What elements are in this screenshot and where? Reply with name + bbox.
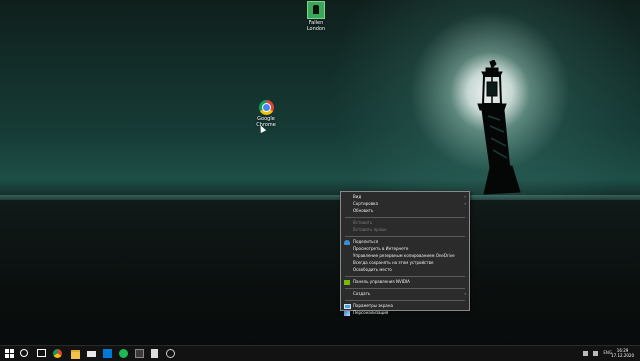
taskbar: ENG 16:29 17.12.2020	[0, 345, 640, 361]
desktop-icon-google-chrome[interactable]: Google Chrome	[242, 100, 290, 128]
spotify-icon[interactable]	[119, 349, 128, 358]
network-icon[interactable]	[582, 350, 588, 356]
menu-item-nvidia[interactable]: Панель управления NVIDIA	[341, 279, 469, 286]
search-icon[interactable]	[20, 349, 28, 357]
wallpaper-sea	[0, 200, 640, 345]
nvidia-icon	[344, 280, 350, 285]
volume-icon[interactable]	[593, 350, 599, 356]
menu-item-label: Управление резервным копированием OneDri…	[353, 253, 455, 258]
menu-item-label: Освободить место	[353, 267, 392, 272]
menu-item-personalization[interactable]: Персонализация	[341, 310, 469, 317]
menu-item-label: Поделиться	[353, 239, 379, 244]
store-icon[interactable]	[103, 349, 112, 358]
menu-item-label: Всегда сохранять на этом устройстве	[353, 260, 434, 265]
menu-item-share[interactable]: Поделиться	[341, 239, 469, 246]
menu-separator	[345, 217, 465, 218]
menu-item-label: Сортировка	[353, 201, 378, 206]
chrome-taskbar-icon[interactable]	[53, 349, 62, 358]
mail-icon[interactable]	[87, 351, 96, 357]
lighthouse-buoy-silhouette	[477, 60, 521, 195]
desktop-context-menu: Вид › Сортировка › Обновить Вставить Встав…	[340, 191, 470, 316]
menu-item-display-settings[interactable]: Параметры экрана	[341, 303, 469, 310]
menu-item-onedrive-backup[interactable]: Управление резервным копированием OneDri…	[341, 253, 469, 260]
desktop-icon-fallen-london[interactable]: Fallen London	[292, 1, 340, 32]
app-taskbar-icon[interactable]	[151, 349, 158, 358]
menu-item-label: Вставить	[353, 220, 373, 225]
menu-item-paste-shortcut: Вставить ярлык	[341, 227, 469, 234]
menu-item-view[interactable]: Вид ›	[341, 194, 469, 201]
onedrive-cloud-icon	[344, 240, 350, 245]
menu-item-always-keep[interactable]: Всегда сохранять на этом устройстве	[341, 260, 469, 267]
app-taskbar-icon[interactable]	[135, 349, 144, 358]
chevron-right-icon: ›	[464, 291, 466, 296]
menu-item-label: Вставить ярлык	[353, 227, 387, 232]
menu-item-paste: Вставить	[341, 220, 469, 227]
task-view-icon[interactable]	[37, 349, 46, 357]
menu-separator	[345, 276, 465, 277]
menu-item-label: Просмотреть в Интернете	[353, 246, 409, 251]
menu-item-refresh[interactable]: Обновить	[341, 208, 469, 215]
menu-item-label: Панель управления NVIDIA	[353, 279, 410, 284]
menu-item-sort[interactable]: Сортировка ›	[341, 201, 469, 208]
chrome-icon	[258, 100, 274, 115]
menu-separator	[345, 236, 465, 237]
display-settings-icon	[344, 304, 351, 309]
menu-item-label: Вид	[353, 194, 362, 199]
desktop-icon-label: London	[306, 26, 326, 32]
menu-item-free-space[interactable]: Освободить место	[341, 267, 469, 274]
clock-app-icon[interactable]	[166, 349, 175, 358]
chevron-right-icon: ›	[464, 201, 466, 206]
menu-item-label: Параметры экрана	[353, 303, 393, 308]
taskbar-clock[interactable]: 16:29 17.12.2020	[611, 348, 634, 358]
desktop-icon-label: Chrome	[256, 122, 276, 128]
menu-item-view-online[interactable]: Просмотреть в Интернете	[341, 246, 469, 253]
menu-separator	[345, 300, 465, 301]
menu-item-new[interactable]: Создать ›	[341, 291, 469, 298]
menu-separator	[345, 288, 465, 289]
clock-date: 17.12.2020	[611, 353, 634, 358]
menu-item-label: Обновить	[353, 208, 374, 213]
chevron-right-icon: ›	[464, 194, 466, 199]
fallen-london-icon	[307, 1, 325, 19]
menu-item-label: Создать	[353, 291, 371, 296]
windows-start-icon[interactable]	[5, 349, 14, 358]
file-explorer-icon[interactable]	[71, 350, 80, 359]
system-tray: ENG	[579, 350, 612, 356]
menu-item-label: Персонализация	[353, 310, 389, 315]
personalization-icon	[344, 311, 350, 316]
